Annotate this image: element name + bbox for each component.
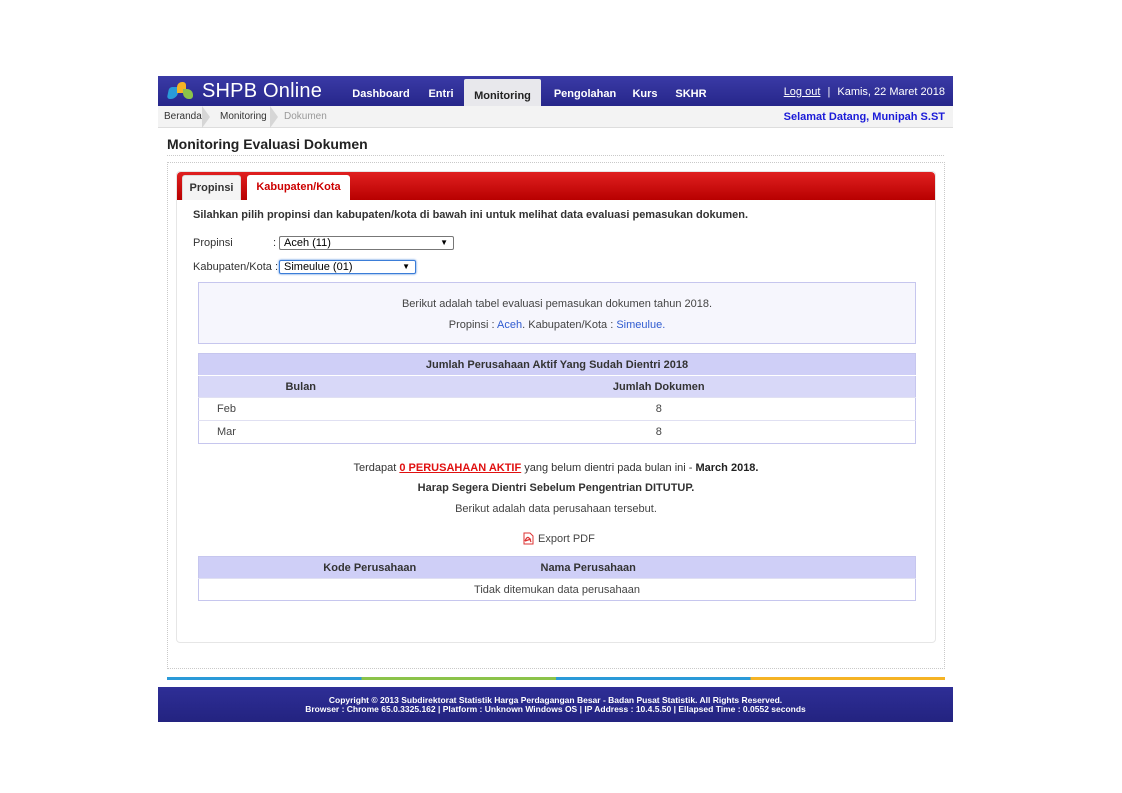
welcome-text: Selamat Datang, Munipah S.ST xyxy=(783,111,945,123)
table-caption: Jumlah Perusahaan Aktif Yang Sudah Dient… xyxy=(198,353,916,376)
breadcrumb-beranda[interactable]: Beranda xyxy=(158,106,210,128)
cell-jumlah: 8 xyxy=(402,397,916,421)
dropdown-arrow-icon: ▼ xyxy=(402,262,410,271)
table-row: Tidak ditemukan data perusahaan xyxy=(198,578,916,601)
propinsi-select[interactable]: Aceh (11) ▼ xyxy=(279,236,454,250)
notice-prefix: Terdapat xyxy=(353,462,397,474)
nav-entri[interactable]: Entri xyxy=(422,76,460,106)
breadcrumb: Beranda Monitoring Dokumen Selamat Datan… xyxy=(158,106,953,128)
table-row: Mar 8 xyxy=(198,420,916,444)
nav-kurs[interactable]: Kurs xyxy=(628,76,662,106)
dropdown-arrow-icon: ▼ xyxy=(440,238,448,247)
page-title: Monitoring Evaluasi Dokumen xyxy=(167,136,368,152)
tab-kabupaten-kota[interactable]: Kabupaten/Kota xyxy=(247,175,350,200)
column-header-nama: Nama Perusahaan xyxy=(540,556,916,579)
evaluation-table: Jumlah Perusahaan Aktif Yang Sudah Dient… xyxy=(198,353,916,444)
app-logo[interactable]: SHPB Online xyxy=(166,79,322,103)
kabupaten-label: Kabupaten/Kota : xyxy=(193,261,279,273)
cell-jumlah: 8 xyxy=(402,420,916,444)
tab-propinsi[interactable]: Propinsi xyxy=(182,175,241,200)
kabupaten-select[interactable]: Simeulue (01) ▼ xyxy=(279,260,416,274)
info-line: Berikut adalah tabel evaluasi pemasukan … xyxy=(401,298,713,310)
propinsi-label: Propinsi xyxy=(193,237,233,249)
info-location: Propinsi : Aceh. Kabupaten/Kota : Simeul… xyxy=(199,319,915,331)
column-header-jumlah: Jumlah Dokumen xyxy=(402,375,916,398)
nav-monitoring[interactable]: Monitoring xyxy=(464,79,541,106)
info-kab-name: Simeulue xyxy=(616,319,663,331)
divider xyxy=(167,155,944,156)
perusahaan-aktif-link[interactable]: 0 PERUSAHAAN AKTIF xyxy=(399,462,521,474)
tab-panel: Propinsi Kabupaten/Kota Silahkan pilih p… xyxy=(176,171,936,643)
column-header-kode: Kode Perusahaan xyxy=(198,556,541,579)
propinsi-select-value: Aceh (11) xyxy=(284,237,331,249)
kabupaten-select-value: Simeulue (01) xyxy=(284,261,353,273)
breadcrumb-monitoring[interactable]: Monitoring xyxy=(214,106,278,128)
tab-strip: Propinsi Kabupaten/Kota xyxy=(177,172,935,200)
nav-pengolahan[interactable]: Pengolahan xyxy=(548,76,622,106)
logo-icon xyxy=(166,80,196,102)
export-pdf-label: Export PDF xyxy=(538,532,595,545)
app-frame: SHPB Online Dashboard Entri Monitoring P… xyxy=(158,76,953,722)
breadcrumb-dokumen: Dokumen xyxy=(284,111,327,122)
table-row: Feb 8 xyxy=(198,397,916,421)
info-box: Berikut adalah tabel evaluasi pemasukan … xyxy=(198,282,916,344)
footer-color-line xyxy=(167,677,945,680)
pdf-icon xyxy=(523,532,534,545)
info-end: . xyxy=(662,319,666,331)
instruction-text: Silahkan pilih propinsi dan kabupaten/ko… xyxy=(193,209,749,221)
nav-skhr[interactable]: SKHR xyxy=(674,76,708,106)
empty-message: Tidak ditemukan data perusahaan xyxy=(198,578,916,601)
notice-text: Terdapat 0 PERUSAHAAN AKTIF yang belum d… xyxy=(177,462,935,474)
info-propinsi-name: Aceh xyxy=(497,319,523,331)
cell-bulan: Feb xyxy=(198,397,403,421)
notice-month: March 2018. xyxy=(695,462,759,474)
nav-dashboard[interactable]: Dashboard xyxy=(348,76,414,106)
system-info-text: Browser : Chrome 65.0.3325.162 | Platfor… xyxy=(305,704,806,714)
export-pdf-button[interactable]: Export PDF xyxy=(522,532,595,545)
column-header-bulan: Bulan xyxy=(198,375,403,398)
cell-bulan: Mar xyxy=(198,420,403,444)
info-kab-prefix: . Kabupaten/Kota : xyxy=(522,319,614,331)
warning-text: Harap Segera Dientri Sebelum Pengentrian… xyxy=(417,482,695,494)
info-propinsi-prefix: Propinsi : xyxy=(448,319,495,331)
list-intro-text: Berikut adalah data perusahaan tersebut. xyxy=(455,503,657,515)
footer: Copyright © 2013 Subdirektorat Statistik… xyxy=(158,687,953,722)
current-date: Kamis, 22 Maret 2018 xyxy=(837,86,945,98)
logout-link[interactable]: Log out xyxy=(784,86,821,98)
notice-middle: yang belum dientri pada bulan ini - xyxy=(524,462,693,474)
company-table: Kode Perusahaan Nama Perusahaan Tidak di… xyxy=(198,556,916,601)
top-navbar: SHPB Online Dashboard Entri Monitoring P… xyxy=(158,76,953,106)
separator: | xyxy=(827,86,831,98)
app-name: SHPB Online xyxy=(202,79,323,102)
propinsi-colon: : xyxy=(273,237,277,249)
top-right-info: Log out | Kamis, 22 Maret 2018 xyxy=(784,86,945,98)
